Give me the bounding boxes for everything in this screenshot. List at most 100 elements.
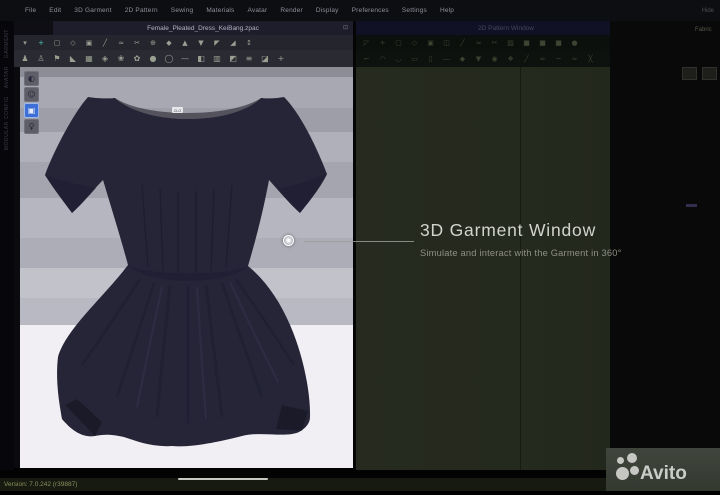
mirror-icon[interactable]: ◪ [260, 54, 270, 63]
wave-icon[interactable]: ~ [554, 55, 563, 63]
avatar-measure-icon[interactable]: ◣ [68, 54, 78, 63]
edit-sewing-icon[interactable]: ✂ [132, 39, 142, 47]
fabric-panel-label[interactable]: Fabric [695, 27, 712, 33]
callout-line [304, 241, 414, 242]
menu-sewing[interactable]: Sewing [171, 7, 194, 14]
edit-pattern-icon[interactable]: + [378, 39, 387, 47]
menu-3d-garment[interactable]: 3D Garment [74, 7, 111, 14]
menu-render[interactable]: Render [280, 7, 303, 14]
hide-button[interactable]: Hide [702, 8, 714, 14]
arrange-front-icon[interactable]: ▲ [180, 39, 190, 47]
avatar-tape-icon[interactable]: ⚑ [52, 54, 62, 63]
dart-icon[interactable]: ▣ [426, 39, 435, 47]
free-sewing-icon[interactable]: ≈ [116, 39, 126, 47]
curve-down-icon[interactable]: ◡ [394, 55, 403, 63]
add-rectangle-icon[interactable]: ▢ [394, 39, 403, 47]
swatch-1-icon[interactable]: ■ [522, 39, 531, 47]
zoom-tool-icon[interactable]: + [276, 54, 286, 63]
notch-icon[interactable]: ▯ [426, 55, 435, 63]
point-icon[interactable]: ● [570, 39, 579, 47]
library-thumbnail[interactable] [682, 67, 697, 80]
swatch-2-icon[interactable]: ■ [538, 39, 547, 47]
garment-window: Female_Pleated_Dress_KeiBang.zpac ⊡ ▾ + ▢ ◇… [14, 21, 353, 470]
rectangle-tool-icon[interactable]: ▢ [52, 39, 62, 47]
polygon-tool-icon[interactable]: ◇ [68, 39, 78, 47]
layer-icon[interactable]: ◩ [228, 54, 238, 63]
progress-indicator [178, 478, 268, 480]
library-tab[interactable]: GARMENT [4, 29, 10, 58]
flip-right-icon[interactable]: ◢ [228, 39, 238, 47]
cross-icon[interactable]: ╳ [586, 55, 595, 63]
cursor-circle[interactable] [283, 235, 294, 246]
parallel-icon[interactable]: ═ [538, 55, 547, 63]
garment-window-titlebar[interactable]: Female_Pleated_Dress_KeiBang.zpac ⊡ [53, 21, 353, 35]
garment-3d-render[interactable]: CLO [20, 67, 353, 468]
segment-sewing-icon[interactable]: ╱ [100, 39, 110, 47]
sewing-2d-icon[interactable]: ╱ [458, 39, 467, 47]
show-avatar-button[interactable]: ◐ [24, 71, 39, 86]
curve-up-icon[interactable]: ◠ [378, 55, 387, 63]
library-tab[interactable]: AVATAR [4, 66, 10, 88]
grading-icon[interactable]: ◯ [164, 54, 174, 63]
circle-pattern-icon[interactable]: ◉ [490, 55, 499, 63]
flower-trim-icon[interactable]: ❀ [116, 54, 126, 63]
menu-file[interactable]: File [25, 7, 36, 14]
window-popout-icon[interactable]: ⊡ [343, 24, 348, 31]
show-mannequin-button[interactable]: ♀ [24, 119, 39, 134]
flip-left-icon[interactable]: ◤ [212, 39, 222, 47]
seam-line-icon[interactable]: — [180, 54, 190, 63]
avito-logo-circle [627, 453, 637, 463]
add-point-icon[interactable]: + [36, 39, 46, 47]
menu-edit[interactable]: Edit [49, 7, 61, 14]
trace-icon[interactable]: ◫ [442, 39, 451, 47]
menu-2d-pattern[interactable]: 2D Pattern [125, 7, 158, 14]
texture-icon[interactable]: ◧ [196, 54, 206, 63]
paste-pattern-icon[interactable]: ▣ [84, 39, 94, 47]
library-thumbnail[interactable] [702, 67, 717, 80]
garment-3d-viewport[interactable]: CLO ◐ ☺ ▣ ♀ [14, 67, 353, 468]
simulate-icon[interactable]: ♟ [20, 54, 30, 63]
fold-arrangement-icon[interactable]: ◆ [164, 39, 174, 47]
pattern-window-title: 2D Pattern Window [478, 24, 534, 32]
grain-line-icon[interactable]: ◆ [458, 55, 467, 63]
studio-backdrop: CLO [20, 67, 353, 468]
seam-allowance-icon[interactable]: ▭ [410, 55, 419, 63]
symmetry-icon[interactable]: ❖ [506, 55, 515, 63]
fabric-swatch[interactable] [686, 204, 697, 207]
pattern-2d-canvas[interactable] [356, 67, 610, 470]
avatar-pose-icon[interactable]: ♙ [36, 54, 46, 63]
hatch-icon[interactable]: ▨ [506, 39, 515, 47]
baseline-icon[interactable]: — [442, 55, 451, 63]
menu-preferences[interactable]: Preferences [352, 7, 389, 14]
add-polygon-icon[interactable]: ◇ [410, 39, 419, 47]
menu-settings[interactable]: Settings [402, 7, 427, 14]
free-sewing-2d-icon[interactable]: ≈ [474, 39, 483, 47]
library-tab[interactable]: MODULAR CONFIG [4, 96, 10, 150]
unfold-icon[interactable]: ⌐ [362, 55, 371, 63]
arrange-back-icon[interactable]: ▼ [196, 39, 206, 47]
uv-map-icon[interactable]: ▥ [212, 54, 222, 63]
swatch-3-icon[interactable]: ■ [554, 39, 563, 47]
menu-avatar[interactable]: Avatar [247, 7, 267, 14]
stack-icon[interactable]: ≡ [244, 54, 254, 63]
pleat-icon[interactable]: ▼ [474, 55, 483, 63]
app-window: File Edit 3D Garment 2D Pattern Sewing Materi… [0, 0, 720, 495]
approx-icon[interactable]: ≃ [570, 55, 579, 63]
show-skin-button[interactable]: ☺ [24, 87, 39, 102]
scissors-icon[interactable]: ✂ [490, 39, 499, 47]
version-label: Version: 7.0.242 (r39887) [4, 481, 78, 488]
menu-help[interactable]: Help [440, 7, 454, 14]
show-garment-button[interactable]: ▣ [24, 103, 39, 118]
transform-pattern-icon[interactable]: ◸ [362, 39, 371, 47]
move-garment-icon[interactable]: ↕ [244, 39, 254, 47]
garment-fit-icon[interactable]: ▦ [84, 54, 94, 63]
menu-materials[interactable]: Materials [206, 7, 234, 14]
menu-display[interactable]: Display [316, 7, 339, 14]
pressure-map-icon[interactable]: ◈ [100, 54, 110, 63]
pin-tool-icon[interactable]: ⊕ [148, 39, 158, 47]
select-tool-icon[interactable]: ▾ [20, 39, 30, 47]
button-trim-icon[interactable]: ✿ [132, 54, 142, 63]
slash-icon[interactable]: ╱ [522, 55, 531, 63]
buttonhole-icon[interactable]: ● [148, 54, 158, 63]
avito-watermark: Avito [606, 448, 720, 491]
